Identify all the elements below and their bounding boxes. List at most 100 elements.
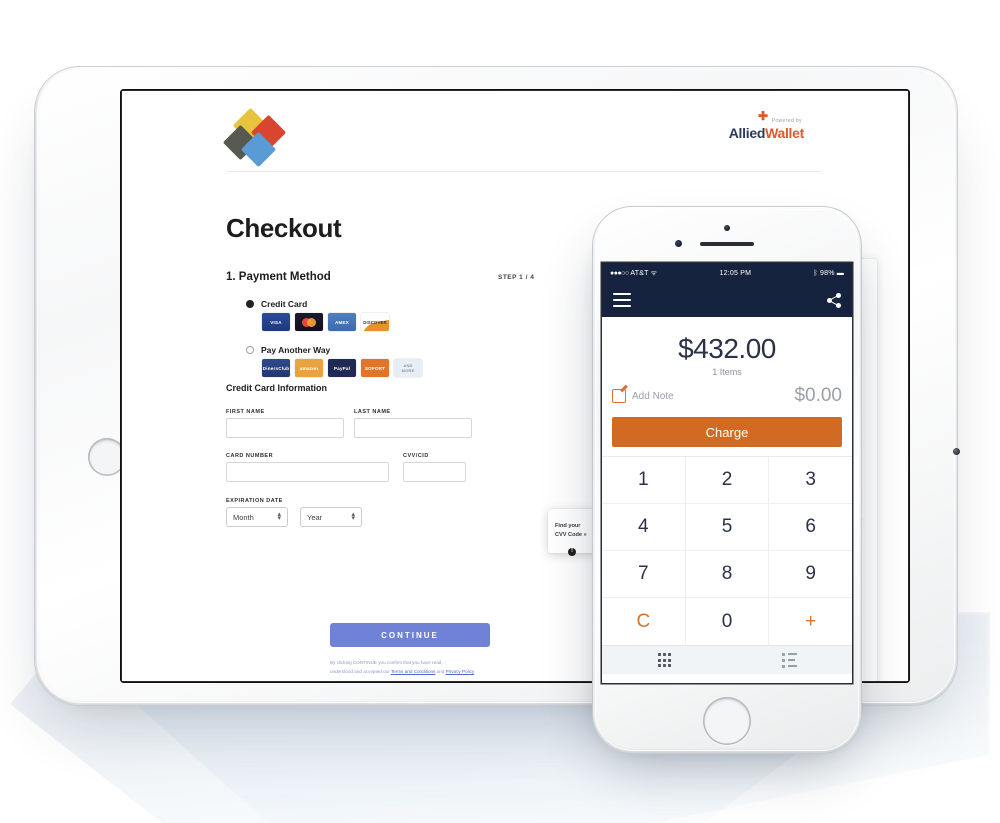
paypal-icon: PayPal [328,359,356,377]
phone-speaker-icon [700,242,754,246]
list-icon [781,652,798,668]
payment-option-pay-another-way[interactable]: Pay Another Way [246,345,330,355]
battery-percent: 98% [820,269,835,277]
keypad-key-clear[interactable]: C [602,598,686,645]
expiration-month-select[interactable]: Month ▴ ▾ [226,507,288,527]
keypad-key-5[interactable]: 5 [685,504,770,551]
and-more-icon[interactable]: AND MORE [394,359,422,377]
disclaimer-mid: and [435,668,446,674]
allied-wallet-logo: ✚ Powered by AlliedWallet [728,110,805,141]
sofort-icon: SOFORT [361,359,389,377]
edit-note-icon[interactable] [612,389,626,403]
add-note-row[interactable]: Add Note $0.00 [602,385,852,417]
status-bar-time: 12:05 PM [719,269,752,277]
disclaimer-line2: understood and accepted our [330,668,391,674]
charge-button[interactable]: Charge [612,417,842,447]
expiration-year-select[interactable]: Year ▴ ▾ [300,507,362,527]
wifi-icon: ᯤ [650,269,658,277]
diners-club-icon: DinersClub [262,359,290,377]
payment-option-credit-card[interactable]: Credit Card [246,299,307,309]
page-title: Checkout [226,213,342,243]
keypad-key-7[interactable]: 7 [602,551,686,598]
items-count: 1 Items [712,367,742,377]
keypad-row: 4 5 6 [602,504,852,551]
card-number-label: CARD NUMBER [226,453,274,459]
note-amount: $0.00 [794,385,842,406]
payment-option-label: Pay Another Way [261,345,331,355]
credit-card-brand-list: VISA AMEX DISCOVER [262,313,389,331]
expiration-date-label: EXPIRATION DATE [226,498,283,504]
keypad-key-1[interactable]: 1 [602,457,686,504]
phone-home-button[interactable] [703,697,751,745]
expiration-month-value: Month [233,512,254,522]
add-note-left[interactable]: Add Note [612,389,674,403]
hamburger-icon[interactable] [613,293,631,307]
keypad-key-0[interactable]: 0 [686,598,770,645]
keypad-key-8[interactable]: 8 [685,551,770,598]
cvv-info-icon[interactable]: ! [568,548,576,556]
mastercard-icon [295,313,323,331]
cvv-tooltip-text: Find your CVV Code » [555,522,587,539]
keypad-key-4[interactable]: 4 [602,504,686,551]
keypad-key-plus[interactable]: + [769,598,852,645]
amazon-pay-icon: amazon [295,359,323,377]
chevron-updown-icon: ▴ ▾ [277,511,281,522]
allied-plus-icon: ✚ [757,109,768,123]
keypad-row: C 0 + [602,598,852,645]
keypad-key-9[interactable]: 9 [769,551,852,598]
phone-screen: ●●●○○ AT&T ᯤ 12:05 PM ᛒ 98% ▬ $432.00 1 … [602,263,852,683]
section-1-title: 1. Payment Method [226,271,331,283]
battery-icon: ▬ [836,269,844,277]
keypad-row: 1 2 3 [602,457,852,504]
phone-camera-icon [724,225,730,231]
alt-payment-brand-list: DinersClub amazon PayPal SOFORT AND MORE [262,359,422,377]
privacy-policy-link[interactable]: Privacy Policy [446,669,475,674]
amount-display: $432.00 1 Items [602,317,852,385]
cvv-tooltip-line1: Find your [555,523,581,530]
carrier-label: AT&T [630,269,649,277]
radio-credit-card[interactable] [246,300,254,308]
disclaimer-line1: By clicking CONTINUE you confirm that yo… [330,660,443,665]
cvv-input[interactable] [403,462,466,482]
bottom-tab-bar [602,645,852,674]
card-number-input[interactable] [226,462,389,482]
status-bar-left: ●●●○○ AT&T ᯤ [610,269,657,278]
share-icon[interactable] [827,292,841,308]
signal-icon: ●●●○○ [610,269,629,277]
status-bar: ●●●○○ AT&T ᯤ 12:05 PM ᛒ 98% ▬ [602,263,852,283]
visa-icon: VISA [262,313,290,331]
merchant-diamond-logo [222,107,287,168]
first-name-input[interactable] [226,418,344,438]
tab-list[interactable] [727,646,852,674]
section-1-step: STEP 1 / 4 [498,274,535,281]
amex-icon: AMEX [328,313,356,331]
phone-device: ●●●○○ AT&T ᯤ 12:05 PM ᛒ 98% ▬ $432.00 1 … [592,206,862,754]
tab-keypad[interactable] [602,646,727,674]
terms-and-conditions-link[interactable]: Terms and Conditions [391,669,435,674]
keypad-key-3[interactable]: 3 [769,457,852,504]
keypad-key-2[interactable]: 2 [685,457,770,504]
amount-value: $432.00 [678,333,776,364]
cvv-label: CVV/CID [403,453,429,459]
payment-option-label: Credit Card [261,299,308,309]
wallet-text: Wallet [765,125,804,141]
continue-button[interactable]: CONTINUE [330,623,490,647]
add-note-label: Add Note [632,390,674,402]
keypad-key-6[interactable]: 6 [769,504,852,551]
numeric-keypad: 1 2 3 4 5 6 7 8 9 C 0 + [602,456,852,645]
radio-pay-another-way[interactable] [246,346,254,354]
bluetooth-icon: ᛒ [813,269,818,277]
last-name-input[interactable] [354,418,472,438]
allied-wallet-name: AlliedWallet [728,125,805,141]
allied-text: Allied [728,125,766,141]
expiration-year-value: Year [307,512,323,522]
last-name-label: LAST NAME [354,409,391,415]
keypad-grid-icon [657,653,672,667]
discover-icon: DISCOVER [361,313,389,331]
first-name-label: FIRST NAME [226,409,265,415]
credit-card-info-title: Credit Card Information [226,383,328,393]
status-bar-right: ᛒ 98% ▬ [813,270,844,277]
keypad-row: 7 8 9 [602,551,852,598]
tablet-camera-icon [953,448,960,455]
cvv-tooltip-line2: CVV Code » [555,532,587,538]
